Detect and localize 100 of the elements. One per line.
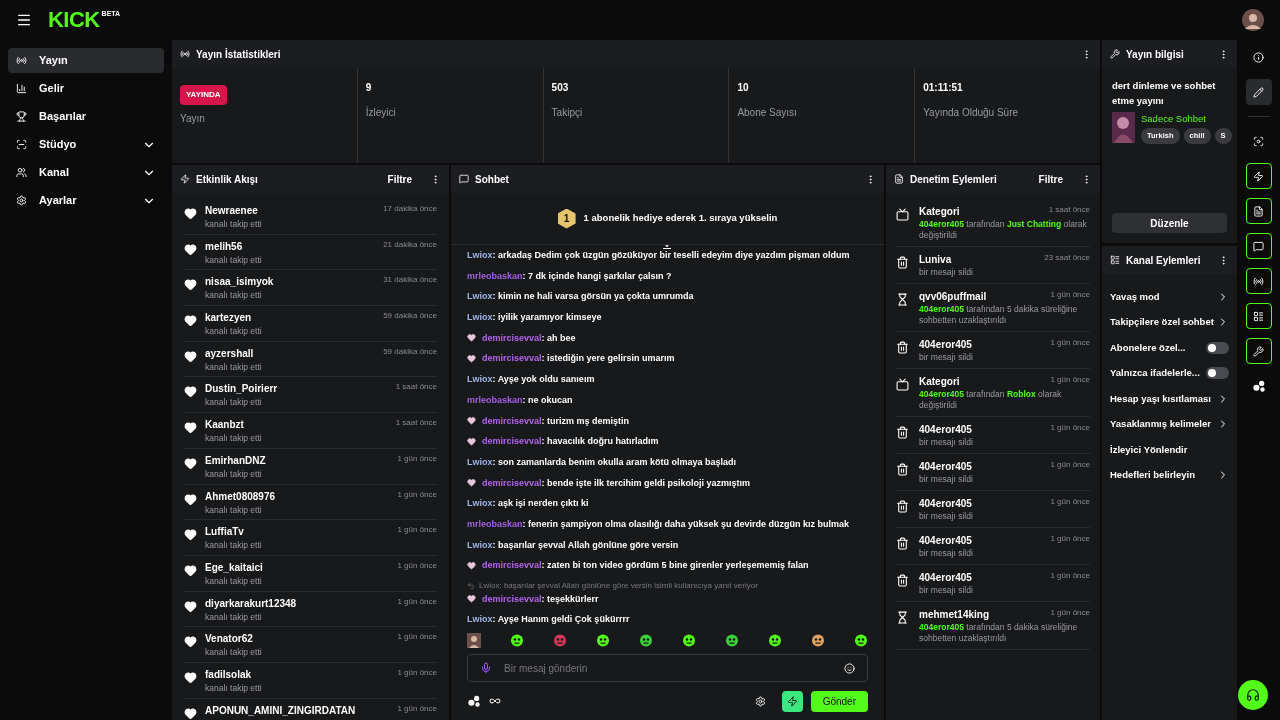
channel-action[interactable]: Takipçilere özel sohbet [1110,309,1229,335]
stat-label: Yayında Olduğu Süre [923,106,1020,120]
action-text: kanalı takip etti [205,539,263,552]
send-button[interactable]: Gönder [810,690,868,712]
rail-button[interactable] [1245,303,1272,329]
broadcast-icon [16,55,27,66]
rail-button[interactable] [1245,198,1272,224]
user-name: Ahmet0808976 [205,489,276,504]
stat-value: 9 [365,81,373,95]
chat-icon [459,174,469,184]
avatar[interactable] [1242,9,1264,31]
toggle-switch[interactable] [1206,341,1229,354]
stat-value: 503 [551,81,570,95]
mod-title: mehmet14king [919,608,990,622]
channel-action[interactable]: Abonelere özel... [1110,335,1229,361]
mod-description: bir mesajı sildi [919,437,974,448]
time-label: 1 saat önce [1048,204,1090,216]
wrench-icon [1253,345,1264,357]
emote-icon[interactable] [639,633,653,647]
user-name: diyarkarakurt12348 [205,596,297,611]
time-label: 1 gün önce [397,488,437,501]
heart-badge-icon [467,436,476,446]
time-label: 1 gün önce [1050,570,1090,582]
filter-button[interactable]: Filtre [1038,171,1063,187]
chat-message: Lwiox: başarılar şevval Allah gönlüne göre versin [467,538,679,551]
action-text: kanalı takip etti [205,646,263,659]
message-input[interactable]: Bir mesaj gönderin [504,660,832,676]
wrench-icon [1110,49,1120,59]
users-icon [16,167,27,178]
info-icon [1253,51,1264,63]
chat-message: mrleobaskan: fenerin şampiyon olma olasılığı daha yüksek şu devirde düzgün kız bulmak [467,517,850,530]
time-label: 1 gün önce [1050,337,1090,349]
mod-title: Kategori [919,375,960,389]
filter-button[interactable]: Filtre [387,171,412,187]
emote-icon[interactable] [768,633,782,647]
settings-icon[interactable] [754,695,766,707]
heart-icon [184,314,197,328]
chat-message: Lwiox: Ayşe Hanım geldi Çok şükürrrr [467,613,630,626]
heart-icon [184,670,197,684]
time-label: 1 gün önce [1050,533,1090,545]
stat-value: 01:11:51 [923,81,964,95]
action-text: kanalı takip etti [205,396,263,410]
time-label: 1 saat önce [395,381,437,394]
mod-description: bir mesajı sildi [919,585,974,596]
menu-button[interactable] [16,12,32,28]
emote-icon[interactable] [510,633,524,647]
action-text: kanalı takip etti [205,360,263,374]
time-label: 1 gün önce [1050,607,1090,619]
user-name: Dustin_Poirierr [205,382,278,397]
channel-action[interactable]: Yasaklanmış kelimeler [1110,411,1229,437]
chat-message: Lwiox: arkadaş Dedim çok üzgün gözüküyor bir teselli edeyim diye yazdım pişman oldum [467,249,850,261]
chat-message: demircisevval: zaten bi ton video gördüm 5 bine girenler yerleşememiş falan [482,559,809,572]
rail-button[interactable] [1245,268,1272,294]
category-link[interactable]: Sadece Sohbet [1141,112,1232,127]
emote-icon[interactable] [811,633,825,647]
logo[interactable]: KICK [48,9,100,31]
user-name: EmirhanDNZ [205,453,266,468]
channel-action[interactable]: Yalnızca ifadelerle... [1110,360,1229,386]
user-avatar-icon[interactable] [467,633,481,648]
edit-button[interactable]: Düzenle [1112,213,1227,233]
action-text: kanalı takip etti [205,681,263,695]
rail-button[interactable] [1245,79,1272,105]
chat-message: Lwiox: aşk işi nerden çıktı ki [467,497,589,510]
headset-icon [1246,688,1260,702]
message-field[interactable]: Bir mesaj gönderin [467,654,868,682]
heart-badge-icon [467,416,476,425]
heart-icon [184,635,197,649]
channel-action[interactable]: Hedefleri belirleyin [1110,462,1229,488]
rail-button[interactable] [1245,233,1272,259]
channel-action[interactable]: Yavaş mod [1110,284,1229,310]
stat-value: 10 [737,81,750,95]
emote-icon[interactable] [682,633,696,647]
heart-icon [184,278,197,292]
sidebar-item[interactable]: Ayarlar [8,188,164,213]
help-button[interactable] [1238,680,1268,710]
panel-title: Etkinlik Akışı [196,172,258,187]
channel-action[interactable]: İzleyici Yönlendir [1110,437,1229,463]
emote-icon[interactable] [854,633,868,647]
sidebar-item[interactable]: Gelir [8,76,164,101]
emote-icon[interactable] [725,633,739,647]
rail-button[interactable] [1245,163,1272,189]
time-label: 21 dakika önce [383,238,437,251]
dots-icon [1251,379,1266,393]
sidebar-item[interactable]: Yayın [8,48,164,73]
rail-button[interactable] [1245,338,1272,364]
toggle-switch[interactable] [1206,367,1229,380]
microphone-icon[interactable] [480,662,492,674]
mod-title: 404eror405 [919,497,972,511]
sidebar-item[interactable]: Stüdyo [8,132,164,157]
stat-label: İzleyici [365,105,397,120]
stat-label: Abone Sayısı [737,106,798,120]
channel-action[interactable]: Hesap yaşı kısıtlaması [1110,386,1229,412]
smiley-icon[interactable] [844,662,855,674]
emote-button[interactable] [781,690,803,712]
sidebar-item[interactable]: Kanal [8,160,164,185]
emote-icon[interactable] [596,633,610,647]
user-name: kartezyen [205,311,252,326]
sidebar-item[interactable]: Başarılar [8,104,164,129]
chat-message: demircisevval: turizm mş demiştin [482,414,630,427]
focus-icon [16,139,27,150]
